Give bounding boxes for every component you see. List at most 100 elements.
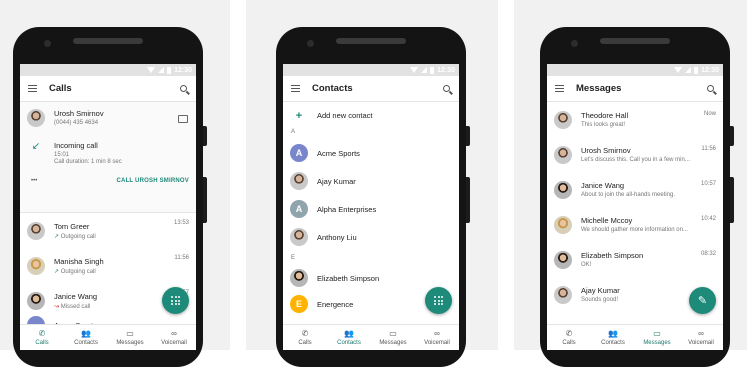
messages-screen: 12:30 Messages Theodore Hall This looks … xyxy=(547,64,723,350)
contact-name: Ajay Kumar xyxy=(581,286,620,295)
avatar xyxy=(27,109,45,127)
expanded-call-card[interactable]: Urosh Smirnov (0044) 435 4634 ↙ Incoming… xyxy=(20,102,196,213)
avatar xyxy=(290,269,308,287)
search-icon[interactable] xyxy=(180,85,187,92)
message-icon: ▭ xyxy=(653,329,661,338)
call-time: 13:53 xyxy=(173,220,189,226)
battery-icon xyxy=(430,66,435,74)
list-item[interactable]: Theodore Hall This looks great! Now xyxy=(547,102,723,137)
side-button xyxy=(203,126,207,146)
message-preview: We should gather more information on... xyxy=(581,227,688,233)
avatar xyxy=(554,250,572,269)
search-icon[interactable] xyxy=(443,85,450,92)
nav-contacts[interactable]: 👥 Contacts xyxy=(327,325,371,350)
nav-calls[interactable]: ✆ Calls xyxy=(20,325,64,350)
message-icon[interactable] xyxy=(178,115,188,123)
signal-icon xyxy=(421,67,428,73)
list-item[interactable]: Janice Wang About to join the all-hands … xyxy=(547,172,723,207)
avatar xyxy=(554,145,572,164)
message-time: Now xyxy=(703,111,716,117)
pencil-icon: ✎ xyxy=(697,295,708,307)
page-title: Contacts xyxy=(312,83,353,94)
add-contact-button[interactable]: + Add new contact xyxy=(283,102,459,129)
dialpad-icon xyxy=(171,296,180,305)
page-title: Calls xyxy=(49,83,72,94)
plus-icon: + xyxy=(295,109,303,122)
contact-name: Tom Greer xyxy=(54,221,90,231)
status-bar: 12:30 xyxy=(283,64,459,76)
avatar: E xyxy=(290,295,308,313)
outgoing-arrow-icon: ↗ xyxy=(54,268,61,275)
call-back-button[interactable]: CALL UROSH SMIRNOV xyxy=(117,178,190,184)
avatar: A xyxy=(290,144,308,162)
nav-voicemail[interactable]: ∞ Voicemail xyxy=(415,325,459,350)
bottom-navigation: ✆ Calls 👥 Contacts ▭ Messages ∞ Voicemail xyxy=(547,324,723,350)
bottom-navigation: ✆ Calls 👥 Contacts ▭ Messages ∞ Voicemail xyxy=(283,324,459,350)
status-time: 12:30 xyxy=(174,66,192,74)
side-button xyxy=(466,126,470,146)
more-icon[interactable]: ••• xyxy=(27,178,37,184)
voicemail-icon: ∞ xyxy=(434,329,440,338)
nav-messages[interactable]: ▭ Messages xyxy=(371,325,415,350)
avatar xyxy=(554,285,572,304)
list-item[interactable]: Urosh Smirnov Let's discuss this. Call y… xyxy=(547,137,723,172)
contact-name: Alpha Enterprises xyxy=(317,204,377,214)
nav-calls[interactable]: ✆ Calls xyxy=(283,325,327,350)
compose-fab[interactable]: ✎ xyxy=(689,287,716,314)
section-header-a: A xyxy=(291,129,296,135)
message-time: 11:56 xyxy=(701,146,716,152)
search-icon[interactable] xyxy=(707,85,714,92)
menu-icon[interactable] xyxy=(28,85,37,92)
contact-name: Anthony Liu xyxy=(317,232,357,242)
contact-name: Urosh Smirnov xyxy=(54,109,104,118)
message-preview: Let's discuss this. Call you in a few mi… xyxy=(581,157,690,163)
contact-name: Elizabeth Simpson xyxy=(317,273,380,283)
phone-contacts: 12:30 Contacts + Add new contact A A Acm… xyxy=(276,27,470,367)
menu-icon[interactable] xyxy=(291,85,300,92)
signal-icon xyxy=(158,67,165,73)
avatar xyxy=(290,172,308,190)
incoming-label: Incoming call xyxy=(54,141,98,150)
list-item[interactable]: Elizabeth Simpson OK! 08:32 xyxy=(547,242,723,277)
phone-icon: ✆ xyxy=(565,329,573,338)
contact-name: Janice Wang xyxy=(54,291,98,301)
incoming-arrow-icon: ↙ xyxy=(31,141,41,152)
nav-voicemail[interactable]: ∞ Voicemail xyxy=(679,325,723,350)
outgoing-arrow-icon: ↗ xyxy=(54,233,61,240)
nav-contacts[interactable]: 👥 Contacts xyxy=(591,325,635,350)
call-list: Tom Greer ↗ Outgoing call 13:53 Manisha … xyxy=(20,213,196,334)
message-time: 08:32 xyxy=(700,251,716,257)
signal-icon xyxy=(685,67,692,73)
list-item[interactable]: A Acme Sports xyxy=(283,139,459,167)
nav-messages[interactable]: ▭ Messages xyxy=(108,325,152,350)
status-bar: 12:30 xyxy=(20,64,196,76)
camera-icon xyxy=(571,40,578,47)
phone-calls: 12:30 Calls Urosh Smirnov (0044) 435 463… xyxy=(13,27,207,367)
contact-name: Janice Wang xyxy=(581,181,625,190)
battery-icon xyxy=(694,66,699,74)
contacts-screen: 12:30 Contacts + Add new contact A A Acm… xyxy=(283,64,459,350)
avatar: A xyxy=(290,200,308,218)
list-item[interactable]: Tom Greer ↗ Outgoing call 13:53 xyxy=(20,213,196,248)
nav-contacts[interactable]: 👥 Contacts xyxy=(64,325,108,350)
list-item[interactable]: Anthony Liu xyxy=(283,223,459,251)
list-item[interactable]: A Alpha Enterprises xyxy=(283,195,459,223)
nav-calls[interactable]: ✆ Calls xyxy=(547,325,591,350)
side-button xyxy=(730,177,734,223)
dialpad-fab[interactable] xyxy=(162,287,189,314)
phone-icon: ✆ xyxy=(301,329,309,338)
add-contact-label: Add new contact xyxy=(317,111,373,120)
dialpad-fab[interactable] xyxy=(425,287,452,314)
page-title: Messages xyxy=(576,83,622,94)
nav-voicemail[interactable]: ∞ Voicemail xyxy=(152,325,196,350)
nav-messages[interactable]: ▭ Messages xyxy=(635,325,679,350)
side-button xyxy=(203,177,207,223)
status-time: 12:30 xyxy=(437,66,455,74)
message-time: 10:42 xyxy=(700,216,716,222)
list-item[interactable]: Manisha Singh ↗ Outgoing call 11:56 xyxy=(20,248,196,283)
list-item[interactable]: Michelle Mccoy We should gather more inf… xyxy=(547,207,723,242)
avatar xyxy=(290,228,308,246)
menu-icon[interactable] xyxy=(555,85,564,92)
list-item[interactable]: Ajay Kumar xyxy=(283,167,459,195)
people-icon: 👥 xyxy=(608,329,618,338)
